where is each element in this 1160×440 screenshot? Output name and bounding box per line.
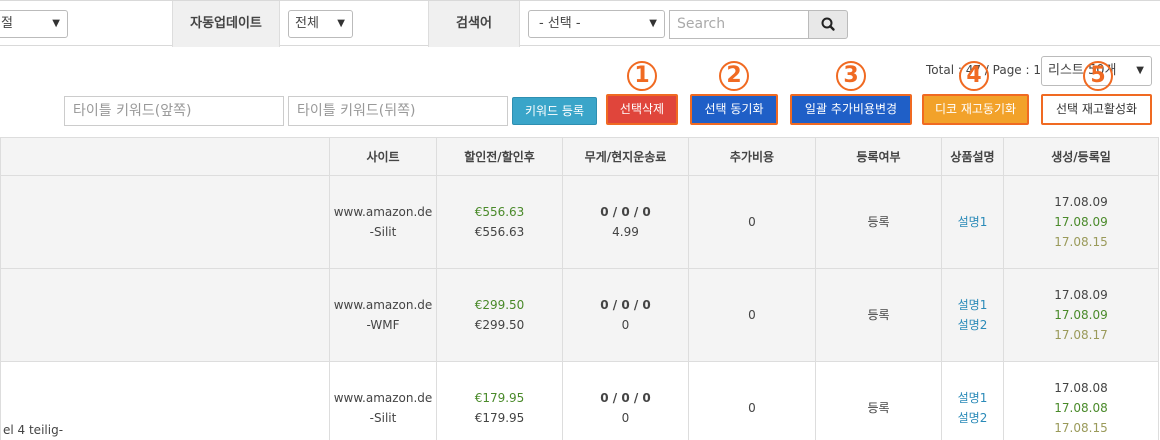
description-cell: 설명1 [941,175,1004,269]
price-cell: €299.50 €299.50 [436,268,563,362]
extra-cost: 0 [688,175,816,269]
description-cell: 설명1 설명2 [941,361,1004,440]
header-description[interactable]: 상품설명 [941,137,1004,176]
auto-update-label: 자동업데이트 [172,1,280,47]
updated-date: 17.08.15 [1054,235,1108,249]
bulk-extra-cost-button[interactable]: 일괄 추가비용변경 [790,94,912,125]
marker-2: 2 [719,61,749,91]
description-link[interactable]: 설명1 [942,212,1003,232]
brand: -WMF [366,318,400,332]
product-title[interactable] [0,175,330,269]
header-price[interactable]: 할인전/할인후 [436,137,563,176]
shipping: 0 [621,411,630,425]
weight: 0 / 0 / 0 [600,391,651,405]
shipping: 0 [621,318,630,332]
product-title[interactable] [0,268,330,362]
product-table: 사이트 할인전/할인후 무게/현지운송료 추가비용 등록여부 상품설명 생성/등… [0,137,1159,440]
search-input[interactable]: Search [669,10,809,39]
sync-selected-button[interactable]: 선택 동기화 [690,94,778,125]
brand: -Silit [369,225,397,239]
registered-date: 17.08.09 [1054,215,1108,229]
updated-date: 17.08.15 [1054,421,1108,435]
created-date: 17.08.09 [1054,288,1108,302]
site-url: www.amazon.de [333,298,433,312]
register-status: 등록 [815,175,942,269]
marker-3: 3 [836,61,866,91]
register-status: 등록 [815,268,942,362]
created-date: 17.08.09 [1054,195,1108,209]
registered-date: 17.08.09 [1054,308,1108,322]
marker-5: 5 [1083,61,1113,91]
site-url: www.amazon.de [333,205,433,219]
header-site[interactable]: 사이트 [329,137,437,176]
price-after: €179.95 [474,411,525,425]
price-cell: €556.63 €556.63 [436,175,563,269]
chevron-down-icon: ▼ [649,18,657,29]
description-link[interactable]: 설명1 [942,295,1003,315]
table-row[interactable]: www.amazon.de -WMF €299.50 €299.50 0 / 0 /… [0,268,1159,362]
dates-cell: 17.08.09 17.08.09 17.08.15 [1003,175,1159,269]
description-link[interactable]: 설명1 [942,388,1003,408]
weight-cell: 0 / 0 / 0 0 [562,361,689,440]
product-title[interactable]: el 4 teilig- [0,361,330,440]
site-cell: www.amazon.de -Silit [329,361,437,440]
brand: -Silit [369,411,397,425]
table-row[interactable]: www.amazon.de -Silit €556.63 €556.63 0 / 0… [0,175,1159,269]
keyword-register-button[interactable]: 키워드 등록 [512,97,597,125]
header-weight[interactable]: 무게/현지운송료 [562,137,689,176]
created-date: 17.08.08 [1054,381,1108,395]
shipping: 4.99 [612,225,639,239]
title-keyword-back-input[interactable]: 타이틀 키워드(뒤쪽) [288,96,508,126]
site-url: www.amazon.de [333,391,433,405]
category-select[interactable]: 절 ▼ [0,10,68,38]
search-field-select[interactable]: - 선택 - ▼ [528,10,665,38]
search-button[interactable] [808,10,848,39]
site-cell: www.amazon.de -WMF [329,268,437,362]
delete-selected-button[interactable]: 선택삭제 [606,94,678,125]
title-keyword-front-input[interactable]: 타이틀 키워드(앞쪽) [64,96,284,126]
extra-cost: 0 [688,361,816,440]
table-row[interactable]: el 4 teilig- www.amazon.de -Silit €179.95… [0,361,1159,440]
description-cell: 설명1 설명2 [941,268,1004,362]
marker-1: 1 [627,61,657,91]
header-dates[interactable]: 생성/등록일 [1003,137,1159,176]
stock-sync-button[interactable]: 디코 재고동기화 [922,94,1029,125]
extra-cost: 0 [688,268,816,362]
price-cell: €179.95 €179.95 [436,361,563,440]
auto-update-select-value: 전체 [295,16,319,31]
header-status[interactable]: 등록여부 [815,137,942,176]
site-cell: www.amazon.de -Silit [329,175,437,269]
register-status: 등록 [815,361,942,440]
weight-cell: 0 / 0 / 0 0 [562,268,689,362]
search-label: 검색어 [428,1,520,47]
updated-date: 17.08.17 [1054,328,1108,342]
marker-4: 4 [959,61,989,91]
category-select-value: 절 [1,16,13,31]
chevron-down-icon: ▼ [337,18,345,29]
weight-cell: 0 / 0 / 0 4.99 [562,175,689,269]
description-link[interactable]: 설명2 [942,315,1003,335]
auto-update-select[interactable]: 전체 ▼ [288,10,353,38]
price-before: €299.50 [474,298,525,312]
header-extra-cost[interactable]: 추가비용 [688,137,816,176]
description-link[interactable]: 설명2 [942,408,1003,428]
weight: 0 / 0 / 0 [600,298,651,312]
weight: 0 / 0 / 0 [600,205,651,219]
price-before: €179.95 [474,391,525,405]
price-after: €299.50 [474,318,525,332]
chevron-down-icon: ▼ [1136,65,1144,76]
filter-bar: 절 ▼ 자동업데이트 전체 ▼ 검색어 - 선택 - ▼ Search [0,0,1160,47]
dates-cell: 17.08.09 17.08.09 17.08.17 [1003,268,1159,362]
search-field-select-value: - 선택 - [539,16,581,31]
registered-date: 17.08.08 [1054,401,1108,415]
chevron-down-icon: ▼ [52,18,60,29]
header-title [0,137,330,176]
dates-cell: 17.08.08 17.08.08 17.08.15 [1003,361,1159,440]
price-before: €556.63 [474,205,525,219]
table-header-row: 사이트 할인전/할인후 무게/현지운송료 추가비용 등록여부 상품설명 생성/등… [0,137,1159,176]
price-after: €556.63 [474,225,525,239]
search-icon [821,17,835,31]
stock-activate-button[interactable]: 선택 재고활성화 [1041,94,1152,125]
